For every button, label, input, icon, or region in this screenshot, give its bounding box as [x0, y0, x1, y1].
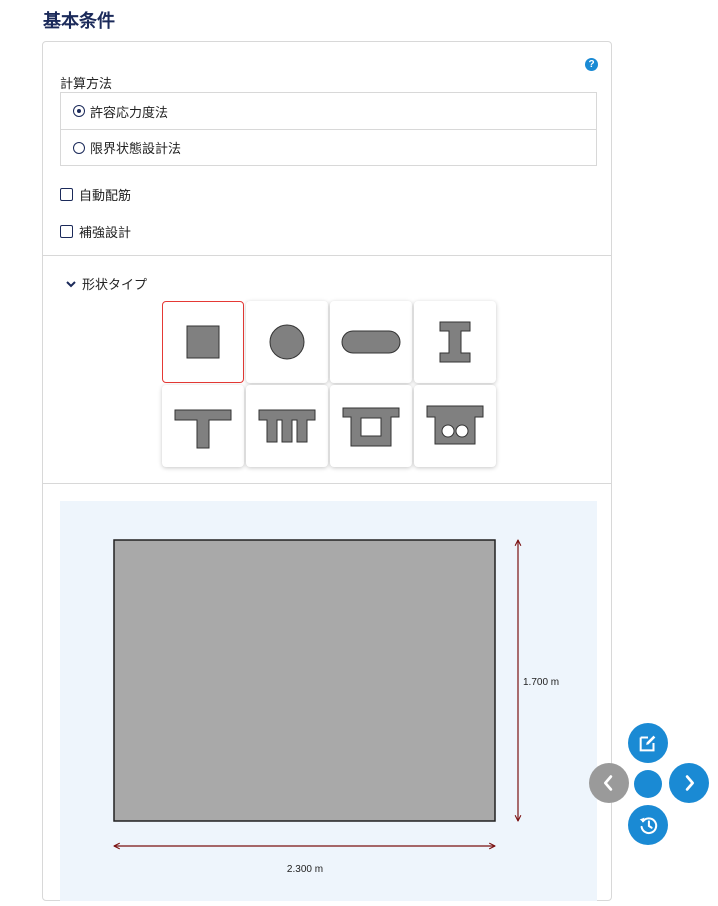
t-beam-shape-icon [174, 409, 232, 449]
width-dimension-label: 2.300 m [287, 864, 323, 875]
shape-type-grid [162, 301, 498, 469]
page-title: 基本条件 [43, 11, 115, 31]
radio-limit-state[interactable]: 限界状態設計法 [61, 129, 596, 165]
shape-tile-rectangle[interactable] [162, 301, 244, 383]
shape-type-toggle[interactable]: 形状タイプ [65, 274, 147, 293]
radio-allowable-stress[interactable]: 許容応力度法 [61, 93, 596, 129]
radio-label: 限界状態設計法 [90, 141, 182, 156]
rectangle-shape-icon [186, 325, 220, 359]
chevron-down-icon [66, 280, 76, 287]
radio-checked-icon[interactable] [73, 105, 85, 117]
shape-tile-hollow-box[interactable] [330, 385, 412, 467]
oval-shape-icon [341, 330, 401, 354]
help-icon[interactable]: ? [585, 58, 598, 71]
calc-method-label: 計算方法 [60, 76, 113, 91]
checkbox-label: 自動配筋 [79, 188, 132, 203]
section-divider [43, 483, 611, 484]
calc-method-radio-group: 許容応力度法 限界状態設計法 [60, 92, 597, 166]
section-drawing: 1.700 m 2.300 m [113, 539, 559, 875]
radio-label: 許容応力度法 [90, 104, 169, 120]
chevron-left-icon [603, 775, 613, 791]
shape-tile-circle[interactable] [246, 301, 328, 383]
double-t-shape-icon [258, 409, 316, 443]
box-two-holes-shape-icon [426, 405, 484, 445]
history-button[interactable] [628, 805, 668, 845]
shape-tile-i-beam[interactable] [414, 301, 496, 383]
shape-tile-double-t[interactable] [246, 385, 328, 467]
edit-icon [639, 735, 656, 752]
section-rectangle [113, 539, 496, 822]
chevron-right-icon [685, 775, 695, 791]
hollow-box-shape-icon [342, 407, 400, 447]
reinforcement-checkbox[interactable] [60, 225, 73, 238]
history-icon [639, 817, 658, 835]
previous-button[interactable] [589, 763, 629, 803]
height-dimension-label: 1.700 m [523, 677, 559, 688]
auto-rebar-checkbox[interactable] [60, 188, 73, 201]
circle-shape-icon [269, 324, 305, 360]
edit-button[interactable] [628, 723, 668, 763]
basic-conditions-card: ? 計算方法 許容応力度法 限界状態設計法 自動配筋 補強設計 形状タイプ 1.… [42, 41, 612, 901]
shape-type-label: 形状タイプ [82, 277, 148, 292]
shape-tile-box-two-holes[interactable] [414, 385, 496, 467]
status-dot [634, 770, 662, 798]
reinforcement-checkbox-row[interactable]: 補強設計 [60, 222, 131, 241]
section-divider [43, 255, 611, 256]
i-beam-shape-icon [439, 321, 471, 363]
next-button[interactable] [669, 763, 709, 803]
auto-rebar-checkbox-row[interactable]: 自動配筋 [60, 185, 131, 204]
shape-tile-t-beam[interactable] [162, 385, 244, 467]
section-preview: 1.700 m 2.300 m [60, 501, 597, 901]
radio-unchecked-icon[interactable] [73, 141, 85, 154]
shape-tile-oval[interactable] [330, 301, 412, 383]
checkbox-label: 補強設計 [79, 225, 132, 240]
